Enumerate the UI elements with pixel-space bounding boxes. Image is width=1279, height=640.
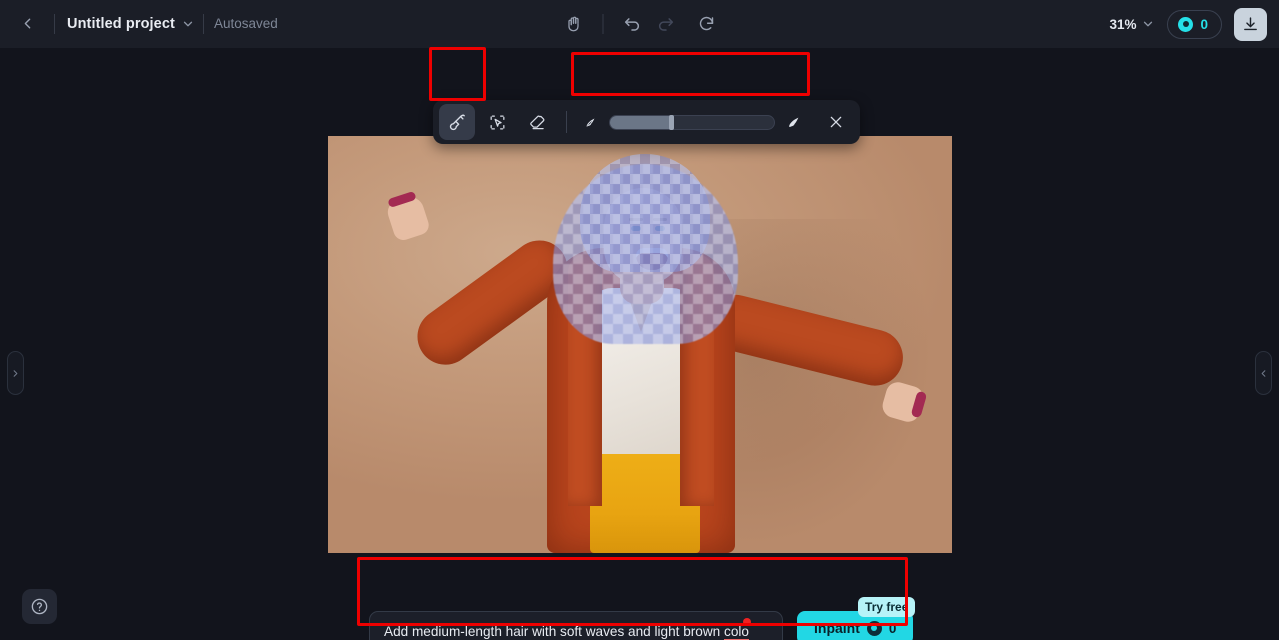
brush-size-slider[interactable] bbox=[576, 114, 808, 131]
brush-size-fill bbox=[610, 115, 671, 129]
prompt-input[interactable]: Add medium-length hair with soft waves a… bbox=[369, 611, 783, 640]
close-icon bbox=[830, 116, 842, 128]
edit-toolbar bbox=[433, 100, 860, 144]
chevron-left-icon bbox=[1261, 369, 1266, 377]
zoom-level-value: 31% bbox=[1109, 16, 1137, 32]
smart-select-tool[interactable] bbox=[479, 104, 515, 140]
hand-tool-button[interactable] bbox=[558, 9, 588, 39]
credit-coin-icon bbox=[866, 620, 882, 636]
zoom-control[interactable]: 31% bbox=[1109, 17, 1155, 32]
download-icon bbox=[1244, 16, 1257, 30]
brush-tool[interactable] bbox=[439, 104, 475, 140]
prompt-text-before: Add medium-length hair with soft waves a… bbox=[384, 624, 725, 639]
credits-count: 0 bbox=[1200, 16, 1208, 32]
eraser-tool[interactable] bbox=[519, 104, 555, 140]
top-bar-left: Untitled project Autosaved bbox=[0, 0, 278, 48]
brush-icon bbox=[449, 114, 465, 130]
right-panel-toggle[interactable] bbox=[1255, 351, 1272, 395]
close-toolbar-button[interactable] bbox=[818, 104, 854, 140]
autosaved-status: Autosaved bbox=[213, 16, 278, 31]
inpaint-cost: 0 bbox=[888, 620, 897, 636]
hair-selection-mask-top bbox=[580, 154, 710, 272]
small-stroke-icon bbox=[582, 114, 599, 131]
image-canvas[interactable] bbox=[328, 136, 952, 553]
chevron-down-icon bbox=[183, 21, 193, 26]
project-title[interactable]: Untitled project bbox=[67, 16, 175, 32]
credit-coin-icon bbox=[1178, 16, 1194, 32]
back-button[interactable] bbox=[12, 9, 42, 39]
try-free-badge: Try free bbox=[858, 597, 916, 617]
divider bbox=[202, 13, 204, 34]
refresh-icon bbox=[699, 16, 713, 31]
divider bbox=[54, 13, 55, 34]
prompt-text-line: Add medium-length hair with soft waves a… bbox=[384, 618, 751, 640]
download-button[interactable] bbox=[1234, 7, 1267, 41]
prompt-misspelled-word: colo bbox=[724, 624, 749, 640]
toolbar-divider bbox=[566, 111, 567, 133]
hand-icon bbox=[567, 16, 579, 32]
chevron-down-icon bbox=[1144, 21, 1153, 27]
top-bar-right: 31% 0 bbox=[1109, 0, 1267, 48]
left-panel-toggle[interactable] bbox=[7, 351, 24, 395]
divider bbox=[602, 14, 603, 34]
help-button[interactable] bbox=[22, 589, 57, 624]
canvas-stage: Add medium-length hair with soft waves a… bbox=[0, 48, 1279, 640]
redo-icon bbox=[658, 17, 674, 31]
top-bar-center-tools bbox=[558, 0, 721, 48]
redo-button[interactable] bbox=[651, 9, 681, 39]
brush-size-thumb[interactable] bbox=[668, 114, 674, 130]
inpaint-label: Inpaint bbox=[814, 620, 860, 636]
large-stroke-icon bbox=[785, 114, 802, 131]
chevron-right-icon bbox=[13, 369, 18, 377]
cursor-select-icon bbox=[490, 115, 504, 129]
cursor-indicator bbox=[742, 618, 751, 626]
subject-photo bbox=[328, 136, 952, 553]
undo-button[interactable] bbox=[617, 9, 647, 39]
top-bar: Untitled project Autosaved 31% 0 bbox=[0, 0, 1279, 48]
undo-icon bbox=[624, 17, 640, 31]
eraser-icon bbox=[529, 115, 544, 129]
chevron-left-icon bbox=[24, 18, 30, 29]
question-mark-icon bbox=[31, 598, 48, 615]
project-dropdown-button[interactable] bbox=[175, 11, 201, 37]
brush-size-track[interactable] bbox=[609, 114, 775, 130]
prompt-bar: Add medium-length hair with soft waves a… bbox=[369, 597, 916, 640]
inpaint-action: Inpaint 0 Try free bbox=[797, 597, 916, 640]
app-root: Untitled project Autosaved 31% 0 Add med… bbox=[0, 0, 1279, 640]
credits-badge[interactable]: 0 bbox=[1167, 9, 1222, 39]
reset-button[interactable] bbox=[691, 9, 721, 39]
